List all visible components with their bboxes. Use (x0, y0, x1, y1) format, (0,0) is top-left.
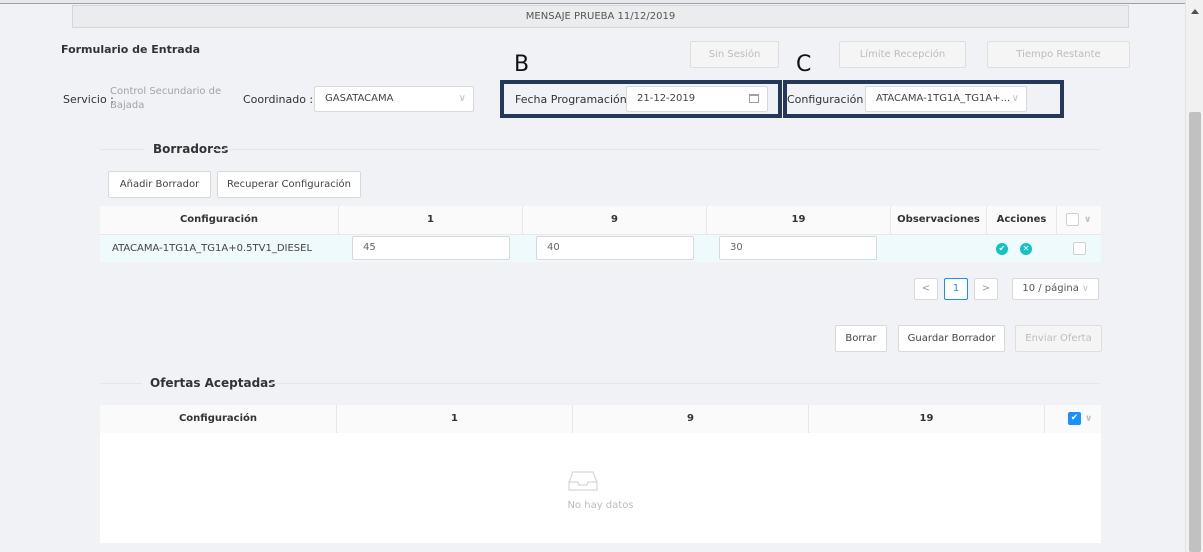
page-size-value: 10 / página (1022, 283, 1079, 294)
chevron-down-icon: ∨ (1011, 93, 1019, 104)
send-offer-button[interactable]: Enviar Oferta (1015, 325, 1102, 352)
servicio-value: Control Secundario de Bajada (110, 85, 221, 113)
borradores-table: Configuración 1 9 19 Observaciones Accio… (100, 206, 1101, 262)
message-banner: MENSAJE PRUEBA 11/12/2019 (72, 5, 1129, 28)
annotation-letter-c: C (796, 52, 812, 77)
section-divider-left (100, 383, 142, 384)
select-all-header: ✔ ∨ (1045, 405, 1101, 433)
coordinado-value: GASATACAMA (325, 93, 394, 104)
section-divider-left (100, 149, 144, 150)
vertical-scrollbar[interactable] (1185, 0, 1203, 552)
form-title: Formulario de Entrada (61, 43, 201, 56)
column-header-9: 9 (573, 405, 809, 433)
fecha-value: 21-12-2019 (637, 93, 696, 104)
coordinado-select[interactable]: GASATACAMA ∨ (314, 86, 474, 112)
empty-state-text: No hay datos (567, 500, 634, 511)
column-header-1: 1 (337, 405, 573, 433)
servicio-value-line1: Control Secundario de (110, 86, 222, 97)
scroll-thumb[interactable] (1189, 112, 1201, 552)
chevron-down-icon[interactable]: ∨ (1084, 206, 1091, 234)
recover-configuration-button[interactable]: Recuperar Configuración (217, 171, 361, 198)
approve-icon[interactable]: ✔ (996, 243, 1008, 255)
reject-icon[interactable]: ✕ (1020, 243, 1032, 255)
column-header-19: 19 (707, 206, 891, 234)
value-input-1[interactable]: 45 (352, 236, 510, 260)
empty-inbox-icon (568, 471, 598, 491)
value-input-19[interactable]: 30 (719, 236, 877, 260)
add-draft-button[interactable]: Añadir Borrador (108, 171, 211, 198)
column-header-1: 1 (339, 206, 523, 234)
column-header-9: 9 (523, 206, 707, 234)
column-header-configuracion: Configuración (100, 405, 337, 433)
row-configuracion: ATACAMA-1TG1A_TG1A+0.5TV1_DIESEL (112, 243, 313, 254)
next-page-button[interactable]: > (974, 278, 998, 300)
time-remaining-button[interactable]: Tiempo Restante (987, 41, 1130, 68)
value-input-9[interactable]: 40 (536, 236, 694, 260)
reception-limit-button[interactable]: Límite Recepción (839, 41, 966, 68)
calendar-icon (749, 94, 759, 103)
column-header-acciones: Acciones (987, 206, 1057, 234)
prev-page-button[interactable]: < (914, 278, 938, 300)
ofertas-table: Configuración 1 9 19 ✔ ∨ No hay datos (100, 405, 1101, 543)
section-divider-right (210, 149, 1100, 150)
chevron-down-icon[interactable]: ∨ (1085, 405, 1092, 433)
ofertas-title: Ofertas Aceptadas (150, 376, 276, 390)
page-size-select[interactable]: 10 / página ∨ (1012, 278, 1099, 300)
select-all-checkbox[interactable] (1066, 213, 1079, 226)
delete-button[interactable]: Borrar (835, 325, 887, 352)
column-header-observaciones: Observaciones (891, 206, 987, 234)
scroll-up-icon[interactable] (1191, 9, 1199, 14)
servicio-label: Servicio : (63, 93, 114, 106)
chevron-down-icon: ∨ (1082, 284, 1089, 294)
annotation-letter-b: B (514, 52, 530, 77)
column-header-19: 19 (809, 405, 1045, 433)
coordinado-label: Coordinado : (243, 93, 314, 106)
page-1-button[interactable]: 1 (944, 278, 968, 300)
servicio-value-line2: Bajada (110, 100, 145, 111)
select-all-checkbox[interactable]: ✔ (1068, 412, 1081, 425)
configuracion-select[interactable]: ATACAMA-1TG1A_TG1A+... ∨ (865, 86, 1027, 112)
configuracion-value: ATACAMA-1TG1A_TG1A+... (876, 93, 1011, 104)
table-row: ATACAMA-1TG1A_TG1A+0.5TV1_DIESEL 45 40 3… (100, 234, 1101, 262)
session-status-button[interactable]: Sin Sesión (690, 41, 779, 68)
row-checkbox[interactable] (1073, 242, 1086, 255)
save-draft-button[interactable]: Guardar Borrador (898, 325, 1005, 352)
window-top-edge (0, 0, 1185, 4)
fecha-label: Fecha Programación : (515, 93, 634, 106)
configuracion-label: Configuración : (787, 93, 871, 106)
select-all-header: ∨ (1057, 206, 1101, 234)
column-header-configuracion: Configuración (100, 206, 339, 234)
chevron-down-icon: ∨ (458, 93, 466, 104)
fecha-date-picker[interactable]: 21-12-2019 (626, 86, 768, 112)
section-divider-right (269, 383, 1100, 384)
